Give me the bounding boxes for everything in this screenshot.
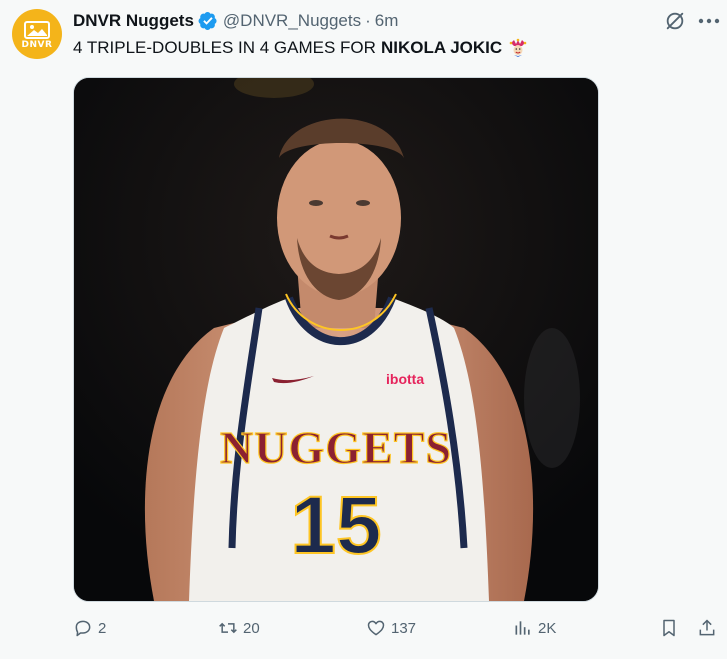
share-icon bbox=[699, 619, 715, 636]
tweet-text-bold: NIKOLA JOKIC bbox=[380, 38, 503, 57]
repost-count: 20 bbox=[243, 619, 260, 637]
handle[interactable]: @DNVR_Nuggets bbox=[223, 11, 361, 31]
views-count: 2K bbox=[538, 619, 557, 637]
jersey-wordmark: NUGGETS bbox=[220, 422, 452, 473]
views-button[interactable]: 2K bbox=[513, 613, 556, 643]
reply-icon bbox=[75, 620, 91, 637]
tweet-action-bar: 2 20 137 2K bbox=[73, 613, 723, 643]
like-count: 137 bbox=[391, 619, 417, 637]
verified-badge-icon[interactable] bbox=[198, 11, 218, 31]
more-icon[interactable] bbox=[696, 10, 722, 32]
bookmark-icon bbox=[663, 619, 675, 637]
views-icon bbox=[515, 621, 530, 635]
share-button[interactable] bbox=[697, 613, 722, 643]
jersey-number: 15 bbox=[290, 480, 381, 571]
timestamp[interactable]: 6m bbox=[375, 11, 399, 31]
reply-count: 2 bbox=[98, 619, 107, 637]
bookmark-button[interactable] bbox=[659, 613, 684, 643]
joker-emoji-icon bbox=[509, 38, 527, 57]
image-icon bbox=[24, 20, 50, 39]
tweet-media-photo[interactable]: ibotta NUGGETS 15 bbox=[73, 77, 599, 602]
jersey-sponsor: ibotta bbox=[386, 371, 424, 387]
avatar-label: DNVR bbox=[21, 39, 53, 50]
avatar[interactable]: DNVR bbox=[12, 9, 62, 59]
separator-dot: · bbox=[365, 11, 371, 30]
repost-icon bbox=[219, 622, 237, 634]
repost-button[interactable]: 20 bbox=[218, 613, 260, 643]
like-button[interactable]: 137 bbox=[366, 613, 416, 643]
grok-icon[interactable] bbox=[664, 10, 686, 32]
tweet-text-prefix: 4 TRIPLE-DOUBLES IN 4 GAMES FOR bbox=[73, 38, 376, 57]
tweet-text: 4 TRIPLE-DOUBLES IN 4 GAMES FOR NIKOLA J… bbox=[73, 38, 528, 58]
player-photo: ibotta NUGGETS 15 bbox=[74, 78, 598, 601]
like-icon bbox=[367, 620, 385, 636]
tweet-header: DNVR Nuggets @DNVR_Nuggets · 6m bbox=[73, 9, 398, 33]
display-name[interactable]: DNVR Nuggets bbox=[73, 11, 194, 31]
reply-button[interactable]: 2 bbox=[73, 613, 106, 643]
